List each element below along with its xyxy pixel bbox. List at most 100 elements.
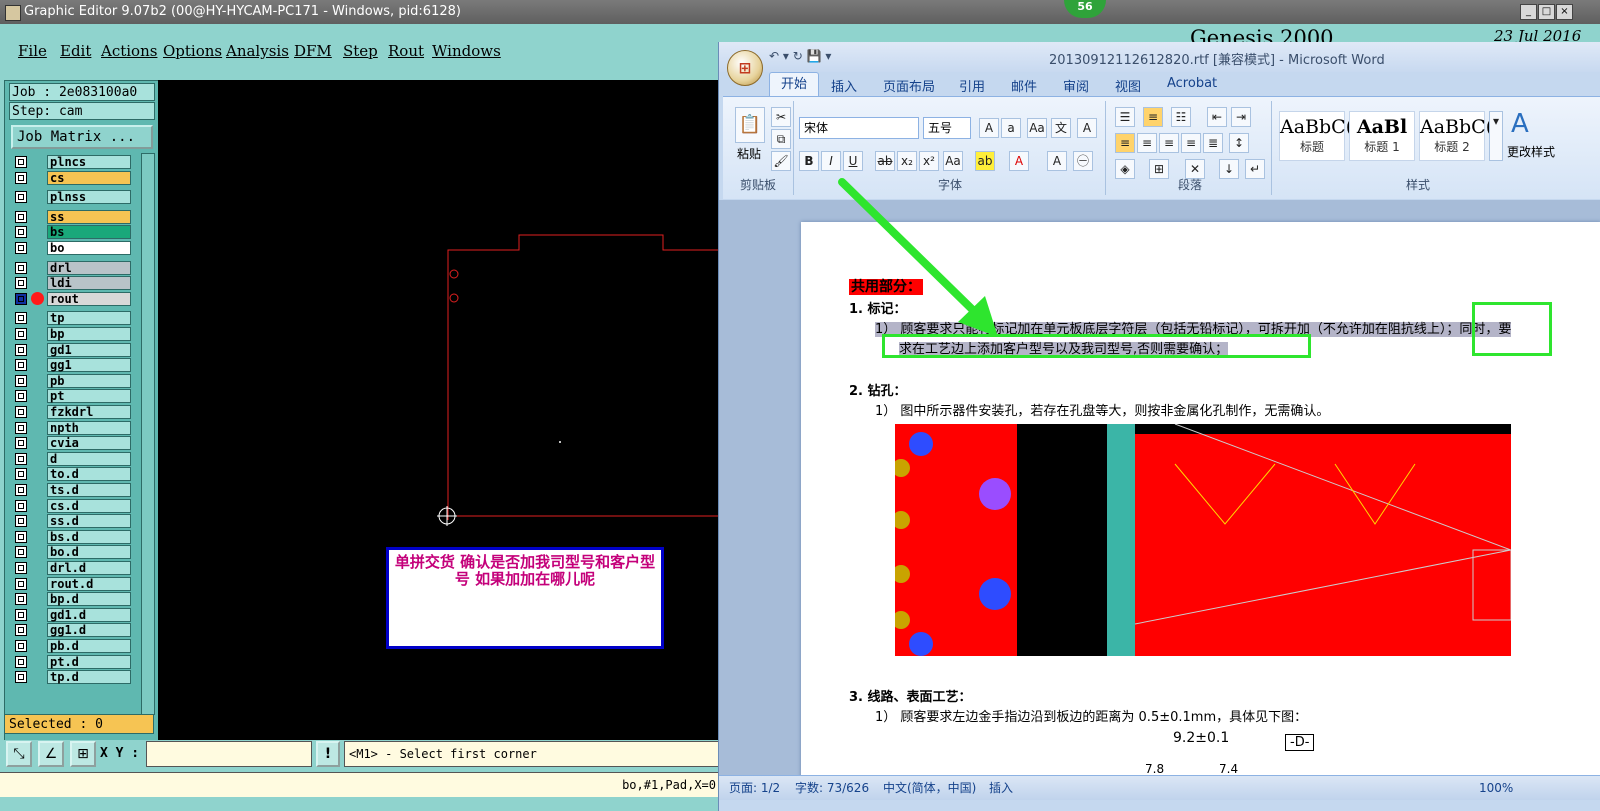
layer-name[interactable]: bp.d [47,592,131,607]
layer-name[interactable]: ts.d [47,483,131,497]
maximize-button[interactable]: □ [1538,4,1555,20]
layer-name[interactable]: drl [47,260,131,275]
multilevel-icon[interactable]: ☷ [1171,107,1191,127]
layer-checkbox[interactable] [15,437,27,450]
layer-name[interactable]: cs [47,170,131,185]
change-case-icon[interactable]: Aa [943,151,963,171]
layer-checkbox[interactable] [15,406,27,418]
layer-row[interactable]: gg1 [13,358,133,373]
layer-name[interactable]: rout [47,291,131,306]
layer-name[interactable]: to.d [47,467,131,482]
layer-name[interactable]: tp [47,311,131,326]
styles-scroll[interactable]: ▾ [1489,111,1503,161]
layer-row[interactable]: cs [13,170,133,185]
style-heading-1[interactable]: AaBl 标题 1 [1349,111,1415,161]
layer-checkbox[interactable] [15,210,27,223]
layer-name[interactable]: plncs [47,155,131,169]
phonetic-icon[interactable]: 文 [1051,118,1071,138]
layer-row[interactable]: cvia [13,436,133,451]
char-shading-icon[interactable]: A [1047,151,1067,171]
align-right-icon[interactable]: ≡ [1159,133,1179,153]
status-zoom[interactable]: 100% [1479,776,1513,800]
layer-name[interactable]: pb.d [47,639,131,653]
layer-name[interactable]: gd1 [47,342,131,357]
layer-name[interactable]: rout.d [47,576,131,591]
layer-name[interactable]: ss [47,209,131,224]
tab-home[interactable]: 开始 [769,72,819,97]
style-heading-2[interactable]: AaBbC( 标题 2 [1419,111,1493,161]
layer-row[interactable]: gd1 [13,342,133,357]
bold-icon[interactable]: B [799,151,819,171]
layer-name[interactable]: fzkdrl [47,405,131,419]
layer-row[interactable]: drl.d [13,561,133,575]
increase-indent-icon[interactable]: ⇥ [1231,107,1251,127]
layer-row[interactable]: gg1.d [13,623,133,638]
layer-checkbox[interactable] [15,484,27,496]
layer-checkbox[interactable] [15,530,27,543]
layer-checkbox[interactable] [15,593,27,606]
menu-step[interactable]: Step [343,42,378,60]
layer-row[interactable]: bs.d [13,529,133,544]
font-size-select[interactable]: 五号 [923,117,971,139]
layer-row[interactable]: plncs [13,155,133,169]
menu-actions[interactable]: Actions [101,42,157,60]
layer-checkbox[interactable] [15,374,27,387]
layer-row[interactable]: d [13,451,133,466]
job-matrix-button[interactable]: Job Matrix ... [11,125,153,149]
char-border-icon[interactable]: A [1077,118,1097,138]
layer-row[interactable]: bs [13,225,133,240]
layer-row[interactable]: bo [13,241,133,255]
layer-checkbox[interactable] [15,655,27,668]
decrease-indent-icon[interactable]: ⇤ [1207,107,1227,127]
style-normal[interactable]: AaBbC( 标题 [1279,111,1353,161]
layer-checkbox[interactable] [15,671,27,684]
measure-icon[interactable]: ∠ [38,741,64,767]
zoom-box-icon[interactable]: ⤡ [6,741,32,767]
strikethrough-icon[interactable]: ab [875,151,895,171]
layer-row[interactable]: to.d [13,467,133,482]
shrink-font-icon[interactable]: a [1001,118,1021,138]
layer-checkbox[interactable] [15,277,27,290]
tab-page-layout[interactable]: 页面布局 [883,76,935,95]
font-name-select[interactable]: 宋体 [799,117,919,139]
distributed-icon[interactable]: ≣ [1203,133,1223,153]
copy-icon[interactable]: ⧉ [771,129,791,149]
close-button[interactable]: × [1556,4,1573,20]
layer-name[interactable]: ss.d [47,514,131,529]
layer-row[interactable]: rout.d [13,576,133,591]
layer-row[interactable]: ts.d [13,483,133,497]
layer-name[interactable]: bo [47,241,131,255]
layer-checkbox[interactable] [15,608,27,621]
grow-font-icon[interactable]: A [979,118,999,138]
layer-checkbox[interactable] [15,577,27,590]
tab-review[interactable]: 审阅 [1063,76,1089,95]
layer-name[interactable]: d [47,451,131,466]
tab-mailings[interactable]: 邮件 [1011,76,1037,95]
layer-checkbox[interactable] [15,261,27,274]
layer-name[interactable]: bo.d [47,545,131,560]
layer-row[interactable]: drl [13,260,133,275]
layer-scrollbar[interactable] [141,153,155,715]
layer-checkbox[interactable] [15,292,27,305]
layer-row[interactable]: bo.d [13,545,133,560]
layer-name[interactable]: gg1 [47,358,131,373]
layer-name[interactable]: drl.d [47,561,131,575]
subscript-icon[interactable]: x₂ [897,151,917,171]
layer-checkbox[interactable] [15,515,27,528]
quick-access-toolbar[interactable]: ↶ ▾ ↻ 💾 ▾ [769,49,869,67]
menu-options[interactable]: Options [163,42,222,60]
layer-name[interactable]: plnss [47,190,131,205]
align-left-icon[interactable]: ≡ [1115,133,1135,153]
layer-checkbox[interactable] [15,242,27,254]
layer-checkbox[interactable] [15,312,27,325]
layer-row[interactable]: bp [13,327,133,341]
status-page[interactable]: 页面: 1/2 [729,776,780,800]
change-styles-label[interactable]: 更改样式 [1507,143,1555,160]
layer-checkbox[interactable] [15,390,27,403]
minimize-button[interactable]: _ [1520,4,1537,20]
change-styles-icon[interactable]: A [1511,109,1529,139]
paste-icon[interactable]: 📋 [735,107,765,143]
layer-row[interactable]: pt [13,389,133,404]
layer-name[interactable]: bs [47,225,131,240]
menu-analysis[interactable]: Analysis [226,42,289,60]
